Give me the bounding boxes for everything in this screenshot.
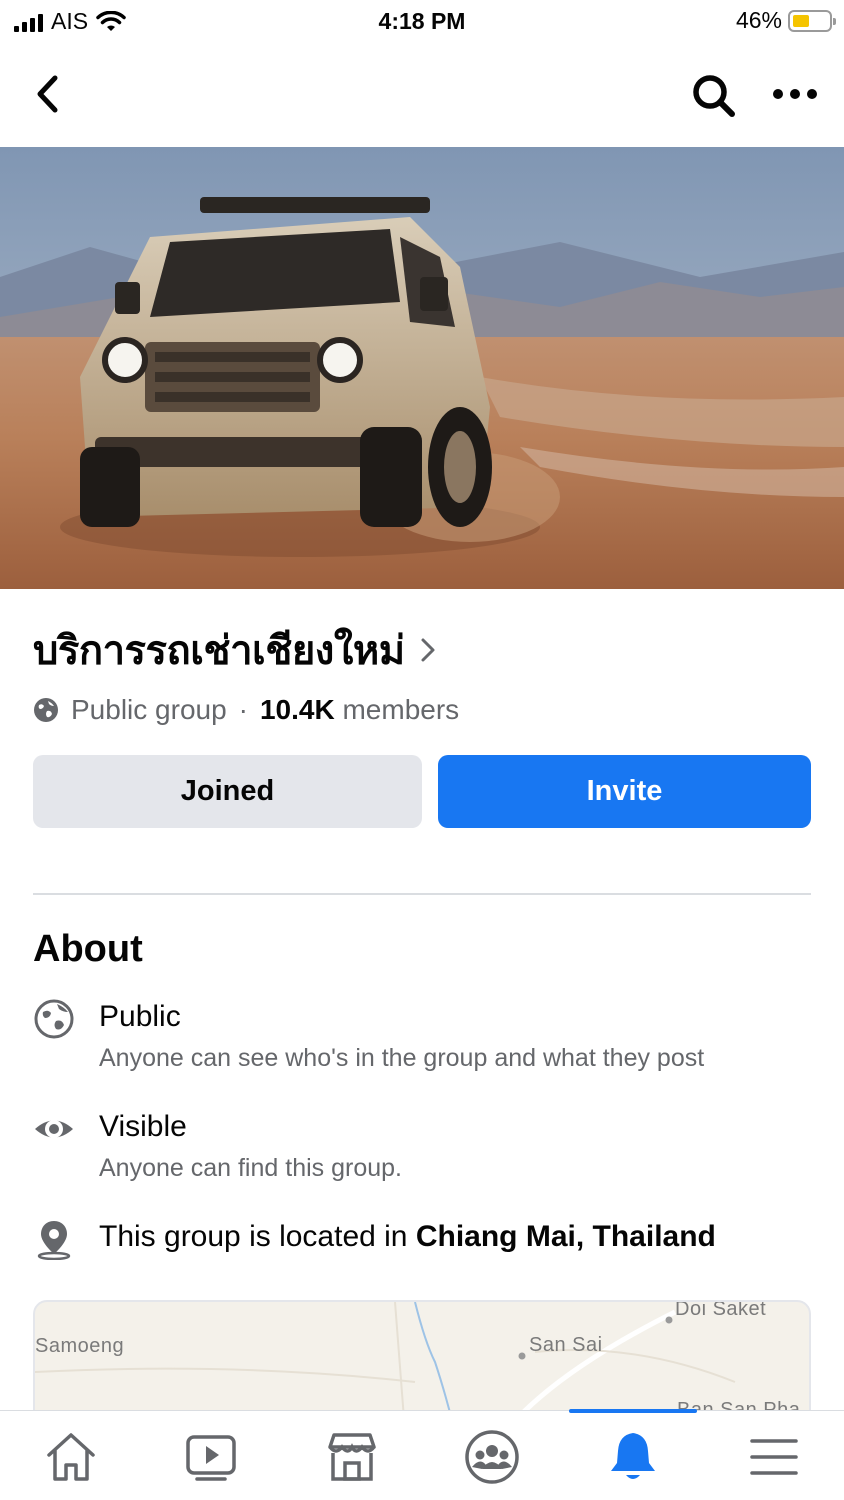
tab-notifications[interactable] (603, 1427, 663, 1487)
chevron-right-icon (421, 638, 435, 662)
tab-video[interactable] (181, 1427, 241, 1487)
more-options-button[interactable] (770, 78, 820, 110)
back-button[interactable] (28, 72, 68, 116)
menu-icon (750, 1439, 798, 1475)
cover-image (0, 147, 844, 589)
location-pin-icon (37, 1221, 71, 1260)
globe-icon (34, 698, 58, 722)
status-right: 46% (735, 7, 836, 34)
home-icon (47, 1433, 95, 1481)
notifications-icon (611, 1433, 655, 1479)
group-meta: Public group · 10.4K members (33, 694, 459, 726)
marketplace-icon (328, 1433, 376, 1481)
about-heading: About (33, 928, 143, 970)
groups-icon (465, 1430, 519, 1484)
tab-groups[interactable] (462, 1427, 522, 1487)
members-count: 10.4K (259, 694, 335, 725)
group-cover-photo[interactable] (0, 147, 844, 589)
public-description: Anyone can see who's in the group and wh… (99, 1044, 705, 1072)
map-label-doi-saket: Doi Saket (675, 1300, 767, 1320)
chevron-left-icon (37, 75, 58, 113)
battery-icon (788, 9, 836, 32)
tab-marketplace[interactable] (322, 1427, 382, 1487)
meta-separator: · (238, 694, 248, 725)
video-icon (186, 1435, 236, 1481)
members-label: members (342, 694, 460, 725)
location-name[interactable]: Chiang Mai, Thailand (416, 1220, 716, 1253)
active-tab-indicator (569, 1409, 697, 1413)
top-navigation (0, 50, 844, 140)
map-label-samoeng: Samoeng (35, 1335, 125, 1357)
eye-icon (35, 1120, 73, 1138)
more-horizontal-icon (773, 89, 817, 99)
group-name: บริการรถเช่าเชียงใหม่ (33, 628, 405, 674)
tab-menu[interactable] (744, 1427, 804, 1487)
invite-button[interactable]: Invite (438, 755, 811, 828)
search-button[interactable] (690, 72, 738, 120)
search-icon (693, 75, 735, 117)
visible-title: Visible (99, 1110, 187, 1143)
status-bar: AIS 4:18 PM 46% (0, 0, 844, 44)
group-name-link[interactable]: บริการรถเช่าเชียงใหม่ (33, 618, 437, 682)
status-time: 4:18 PM (378, 8, 466, 34)
battery-level (793, 14, 809, 27)
section-divider (33, 893, 811, 895)
battery-percent: 46% (735, 7, 782, 33)
tab-home[interactable] (41, 1427, 101, 1487)
location-prefix: This group is located in (99, 1220, 408, 1253)
map-label-san-sai: San Sai (529, 1334, 603, 1356)
bottom-tab-bar (0, 1409, 844, 1500)
globe-icon (34, 999, 74, 1039)
public-title: Public (99, 1000, 181, 1033)
visible-description: Anyone can find this group. (99, 1154, 402, 1182)
privacy-label: Public group (71, 694, 227, 725)
joined-button[interactable]: Joined (33, 755, 422, 828)
